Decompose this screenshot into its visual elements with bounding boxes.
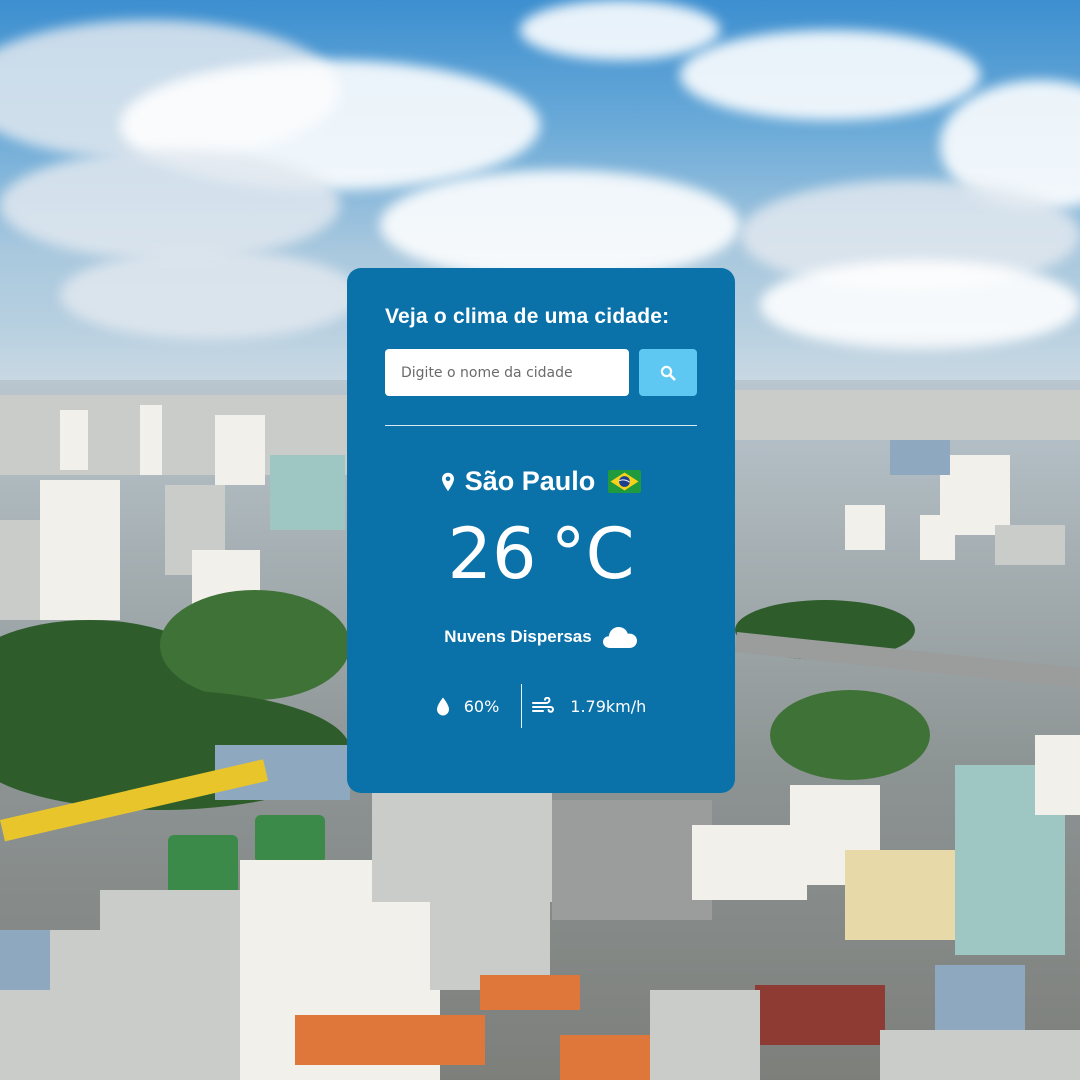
temperature-value: 26 xyxy=(447,513,537,595)
wind-icon xyxy=(532,697,555,713)
building xyxy=(100,890,240,1080)
tree xyxy=(770,690,930,780)
humidity: 60% xyxy=(436,696,500,716)
cloud-icon xyxy=(602,627,637,648)
building xyxy=(845,850,955,940)
building xyxy=(692,825,807,900)
building xyxy=(880,1030,1080,1080)
building xyxy=(270,455,345,530)
details-separator xyxy=(521,684,523,728)
building xyxy=(430,880,550,990)
location-pin-icon xyxy=(441,472,454,491)
card-title: Veja o clima de uma cidade: xyxy=(385,305,670,328)
cloud xyxy=(60,250,360,340)
cloud xyxy=(380,170,740,280)
building xyxy=(995,525,1065,565)
divider xyxy=(385,425,697,426)
roof xyxy=(755,985,885,1045)
humidity-value: 60% xyxy=(463,696,500,716)
description-row: Nuvens Dispersas xyxy=(385,625,697,649)
bus-terminal xyxy=(552,800,712,920)
brazil-flag-icon xyxy=(608,470,642,493)
search-button[interactable] xyxy=(639,349,697,396)
search-icon xyxy=(660,365,676,380)
building xyxy=(60,410,88,470)
city-name: São Paulo xyxy=(464,466,596,496)
building xyxy=(40,480,120,620)
details-row: 60% 1.79km/h xyxy=(385,684,697,728)
building xyxy=(215,415,265,485)
cloud xyxy=(520,0,720,60)
wind: 1.79km/h xyxy=(532,697,646,716)
building xyxy=(1035,735,1080,815)
building xyxy=(140,405,162,475)
building xyxy=(650,990,760,1080)
building xyxy=(920,515,955,560)
weather-card: Veja o clima de uma cidade: São Paulo 26… xyxy=(347,268,735,793)
roof xyxy=(560,1035,660,1080)
building xyxy=(890,440,950,475)
weather-description: Nuvens Dispersas xyxy=(444,627,592,646)
tree xyxy=(160,590,350,700)
building xyxy=(0,930,50,990)
roof xyxy=(295,1015,485,1065)
temperature-unit: °C xyxy=(550,513,635,595)
water-drop-icon xyxy=(436,697,449,715)
building xyxy=(735,390,1080,440)
roof xyxy=(480,975,580,1010)
city-row: São Paulo xyxy=(385,466,697,497)
water-tank xyxy=(255,815,325,860)
search-row xyxy=(385,349,697,396)
building xyxy=(935,965,1025,1035)
building xyxy=(845,505,885,550)
temperature-row: 26 °C xyxy=(385,519,697,589)
cloud xyxy=(0,150,340,260)
cloud xyxy=(680,30,980,120)
city-search-input[interactable] xyxy=(385,349,629,396)
wind-value: 1.79km/h xyxy=(570,696,647,716)
building xyxy=(0,520,40,620)
